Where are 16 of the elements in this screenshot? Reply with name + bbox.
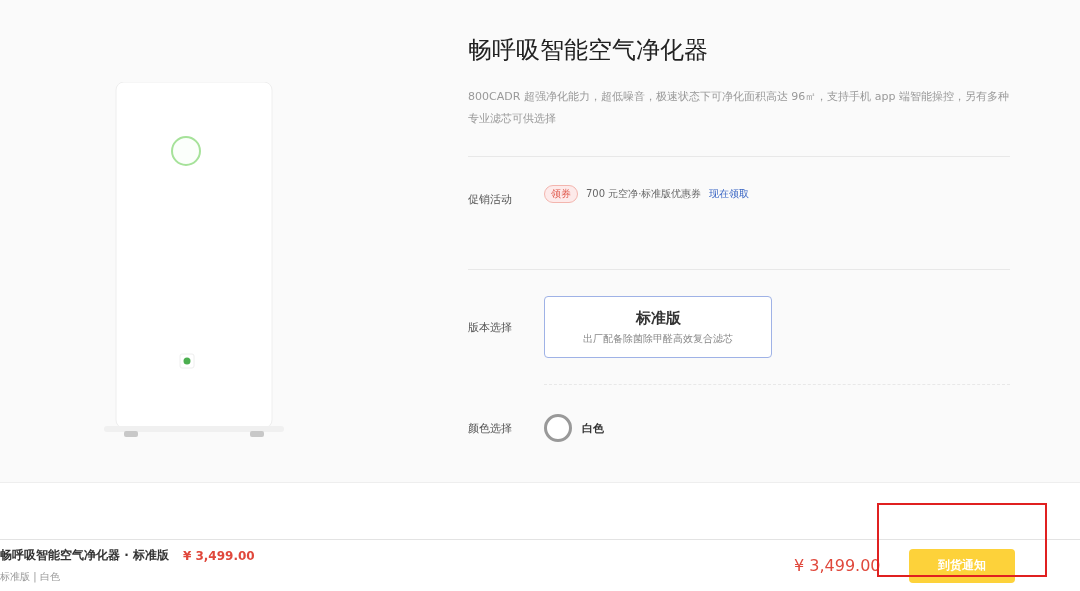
version-option[interactable]: 标准版 出厂配备除菌除甲醛高效复合滤芯 bbox=[544, 296, 772, 358]
coupon-badge: 领券 bbox=[544, 185, 578, 203]
product-title: 畅呼吸智能空气净化器 bbox=[468, 35, 709, 66]
color-swatch[interactable] bbox=[544, 414, 572, 442]
version-name: 标准版 bbox=[635, 308, 681, 328]
field-label: 促销活动 bbox=[468, 192, 513, 207]
product-description: 800CADR 超强净化能力，超低噪音，极速状态下可净化面积高达 96㎡，支持手机 app 端智能操控，另有多种专业滤芯可供选择 bbox=[468, 89, 1010, 127]
price: ¥ 3,499.00 bbox=[182, 548, 255, 563]
color-name: 白色 bbox=[582, 420, 604, 436]
claim-link[interactable]: 现在领取 bbox=[709, 187, 750, 201]
coupon-text: 700 元空净·标准版优惠券 bbox=[586, 187, 702, 201]
field-label: 颜色选择 bbox=[468, 420, 513, 436]
version-detail: 出厂配备除菌除甲醛高效复合滤芯 bbox=[583, 331, 733, 346]
spec-text: 标准版 | 白色 bbox=[0, 570, 61, 584]
product-name: 畅呼吸智能空气净化器 · 标准版 bbox=[0, 547, 169, 564]
field-label: 版本选择 bbox=[468, 319, 513, 335]
